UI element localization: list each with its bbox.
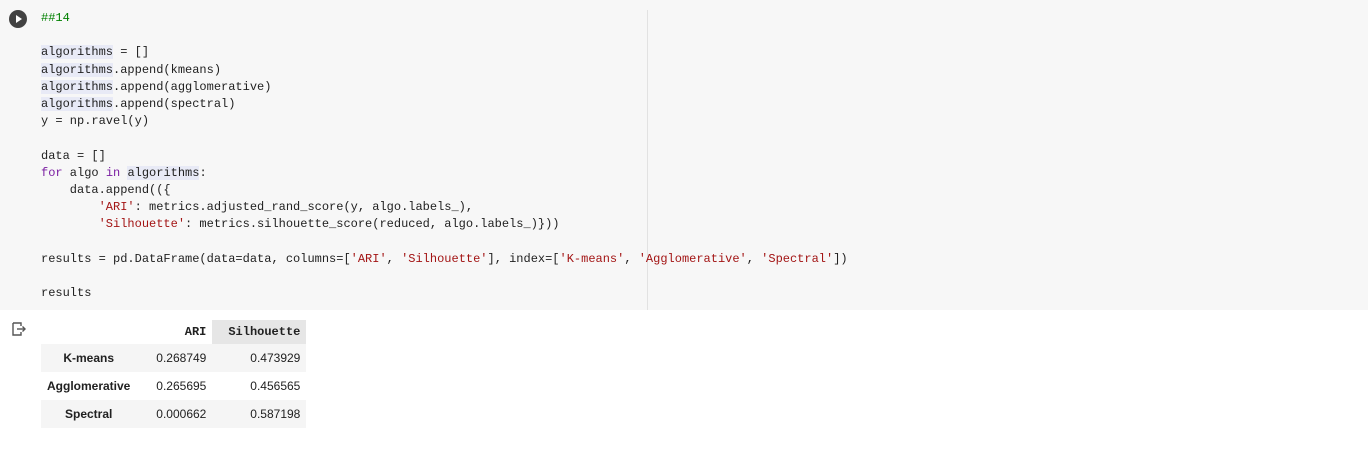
cell-ari: 0.000662: [156, 407, 207, 421]
code-line[interactable]: ​: [41, 130, 848, 147]
cell-output: ARI Silhouette K-means 0.268749 0.473929…: [0, 310, 1368, 449]
code-token: .append(kmeans): [113, 62, 222, 77]
code-token: ##14: [41, 11, 70, 25]
code-line[interactable]: algorithms.append(agglomerative): [41, 79, 848, 96]
code-token: ,: [386, 251, 402, 266]
code-line[interactable]: for algo in algorithms:: [41, 165, 848, 182]
code-editor[interactable]: ##14​algorithms = []algorithms.append(km…: [0, 0, 1368, 310]
column-header-silhouette: Silhouette: [212, 320, 307, 344]
code-token: results: [41, 286, 92, 300]
code-line[interactable]: data.append(({: [41, 182, 848, 199]
code-line[interactable]: ​: [41, 27, 848, 44]
row-index: Agglomerative: [47, 379, 131, 393]
table-row: K-means 0.268749 0.473929: [41, 344, 307, 372]
code-token: .append(spectral): [113, 96, 236, 111]
code-token: algorithms: [41, 45, 114, 60]
code-token: algorithms: [41, 79, 114, 94]
play-icon: [16, 15, 22, 23]
cell-silhouette: 0.587198: [250, 407, 301, 421]
code-content[interactable]: ##14​algorithms = []algorithms.append(km…: [41, 10, 848, 302]
column-header-ari: ARI: [184, 325, 207, 339]
notebook-cell: ##14​algorithms = []algorithms.append(km…: [0, 0, 1368, 449]
code-line[interactable]: algorithms.append(spectral): [41, 96, 848, 113]
code-token: algorithms: [41, 96, 114, 111]
code-token: .append(agglomerative): [113, 79, 272, 94]
row-index: Spectral: [65, 407, 113, 421]
code-token: : metrics.silhouette_score(reduced, algo…: [185, 217, 560, 232]
cell-silhouette: 0.473929: [250, 351, 301, 365]
code-token: 'Silhouette': [401, 251, 488, 266]
code-token: = []: [113, 45, 150, 60]
code-token: 'ARI': [350, 251, 387, 266]
dataframe-table: ARI Silhouette K-means 0.268749 0.473929…: [41, 320, 307, 428]
code-token: 'K-means': [559, 251, 625, 266]
code-token: y = np.ravel(y): [41, 114, 150, 129]
code-token: results = pd.DataFrame(data=data, column…: [41, 251, 351, 266]
code-token: data.append(({: [41, 182, 171, 197]
code-line[interactable]: algorithms = []: [41, 44, 848, 61]
code-token: ], index=[: [487, 251, 560, 266]
code-token: 'Agglomerative': [638, 251, 747, 266]
code-token: :: [199, 165, 207, 180]
code-token: for: [41, 165, 63, 180]
cell-ari: 0.268749: [156, 351, 207, 365]
code-token: algo: [62, 165, 106, 180]
code-line[interactable]: y = np.ravel(y): [41, 113, 848, 130]
code-line[interactable]: algorithms.append(kmeans): [41, 62, 848, 79]
code-line[interactable]: results: [41, 285, 848, 302]
code-token: ,: [746, 251, 762, 266]
code-line[interactable]: results = pd.DataFrame(data=data, column…: [41, 251, 848, 268]
index-header: [41, 320, 136, 344]
code-line[interactable]: 'Silhouette': metrics.silhouette_score(r…: [41, 216, 848, 233]
row-index: K-means: [63, 351, 115, 365]
code-token: algorithms: [127, 165, 200, 180]
table-header-row: ARI Silhouette: [41, 320, 307, 344]
code-token: ,: [624, 251, 639, 266]
code-line[interactable]: ​: [41, 268, 848, 285]
cell-ari: 0.265695: [156, 379, 207, 393]
code-token: algorithms: [41, 62, 114, 77]
run-cell-button[interactable]: [9, 10, 27, 28]
code-token: in: [105, 165, 121, 180]
code-line[interactable]: 'ARI': metrics.adjusted_rand_score(y, al…: [41, 199, 848, 216]
code-token: 'Silhouette': [98, 217, 186, 232]
cell-silhouette: 0.456565: [250, 379, 301, 393]
code-token: ]): [833, 251, 848, 266]
code-token: data = []: [41, 148, 106, 163]
code-token: 'Spectral': [761, 251, 834, 266]
code-line[interactable]: ​: [41, 233, 848, 250]
code-token: 'ARI': [98, 200, 135, 215]
code-line[interactable]: ##14: [41, 10, 848, 27]
table-row: Agglomerative 0.265695 0.456565: [41, 372, 307, 400]
table-row: Spectral 0.000662 0.587198: [41, 400, 307, 428]
code-token: : metrics.adjusted_rand_score(y, algo.la…: [134, 200, 474, 215]
output-redirect-icon[interactable]: [11, 321, 27, 337]
code-line[interactable]: data = []: [41, 148, 848, 165]
